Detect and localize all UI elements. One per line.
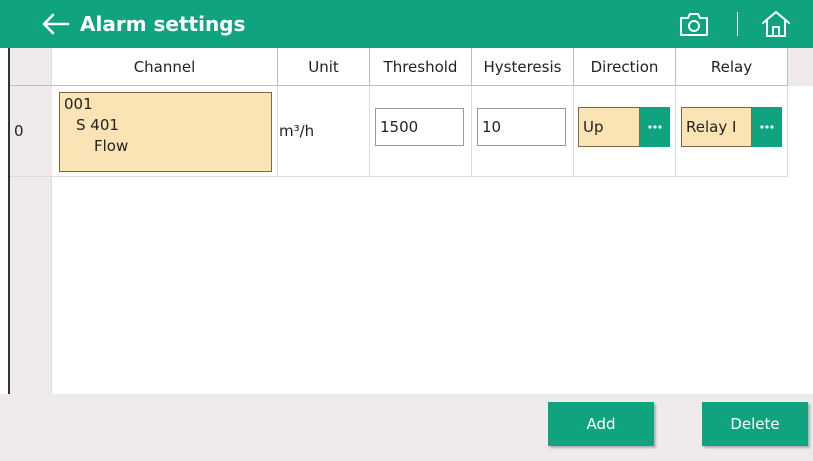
more-dots-icon bbox=[760, 125, 774, 129]
arrow-left-icon bbox=[42, 13, 70, 35]
threshold-input[interactable]: 1500 bbox=[375, 108, 464, 146]
direction-more-button[interactable] bbox=[640, 107, 670, 147]
hysteresis-input[interactable]: 10 bbox=[477, 108, 566, 146]
column-header-unit: Unit bbox=[278, 48, 370, 85]
relay-select[interactable]: Relay I bbox=[681, 107, 752, 147]
unit-value: m³/h bbox=[279, 122, 315, 140]
more-dots-icon bbox=[648, 125, 662, 129]
channel-measurement: Flow bbox=[94, 137, 129, 155]
direction-select[interactable]: Up bbox=[578, 107, 640, 147]
add-button[interactable]: Add bbox=[548, 402, 654, 446]
delete-button[interactable]: Delete bbox=[702, 402, 808, 446]
column-header-channel: Channel bbox=[52, 48, 278, 85]
home-button[interactable] bbox=[758, 8, 794, 40]
row-index: 0 bbox=[10, 86, 52, 176]
header-right-strip bbox=[787, 48, 813, 86]
channel-selector[interactable]: 001 S 401 Flow bbox=[59, 92, 272, 172]
column-header-hysteresis: Hysteresis bbox=[472, 48, 574, 85]
alarm-settings-screen: Alarm settings Channel Unit Threshold Hy… bbox=[0, 0, 813, 461]
relay-more-button[interactable] bbox=[752, 107, 782, 147]
title-divider bbox=[737, 12, 738, 36]
column-header-direction: Direction bbox=[574, 48, 676, 85]
camera-icon bbox=[680, 13, 708, 36]
header-corner bbox=[10, 48, 52, 85]
footer-bar: Add Delete bbox=[0, 394, 813, 461]
column-header-relay: Relay bbox=[676, 48, 788, 85]
table-header: Channel Unit Threshold Hysteresis Direct… bbox=[10, 48, 788, 86]
camera-button[interactable] bbox=[676, 9, 712, 39]
alarm-table: Channel Unit Threshold Hysteresis Direct… bbox=[8, 48, 813, 394]
page-title: Alarm settings bbox=[80, 12, 246, 36]
column-header-threshold: Threshold bbox=[370, 48, 472, 85]
back-button[interactable] bbox=[38, 8, 72, 40]
home-icon bbox=[762, 11, 790, 37]
channel-sensor: S 401 bbox=[76, 116, 119, 134]
channel-number: 001 bbox=[64, 95, 93, 113]
title-bar: Alarm settings bbox=[0, 0, 813, 48]
table-row[interactable]: 0 001 S 401 Flow m³/h 1500 10 Up Relay I bbox=[10, 86, 788, 177]
